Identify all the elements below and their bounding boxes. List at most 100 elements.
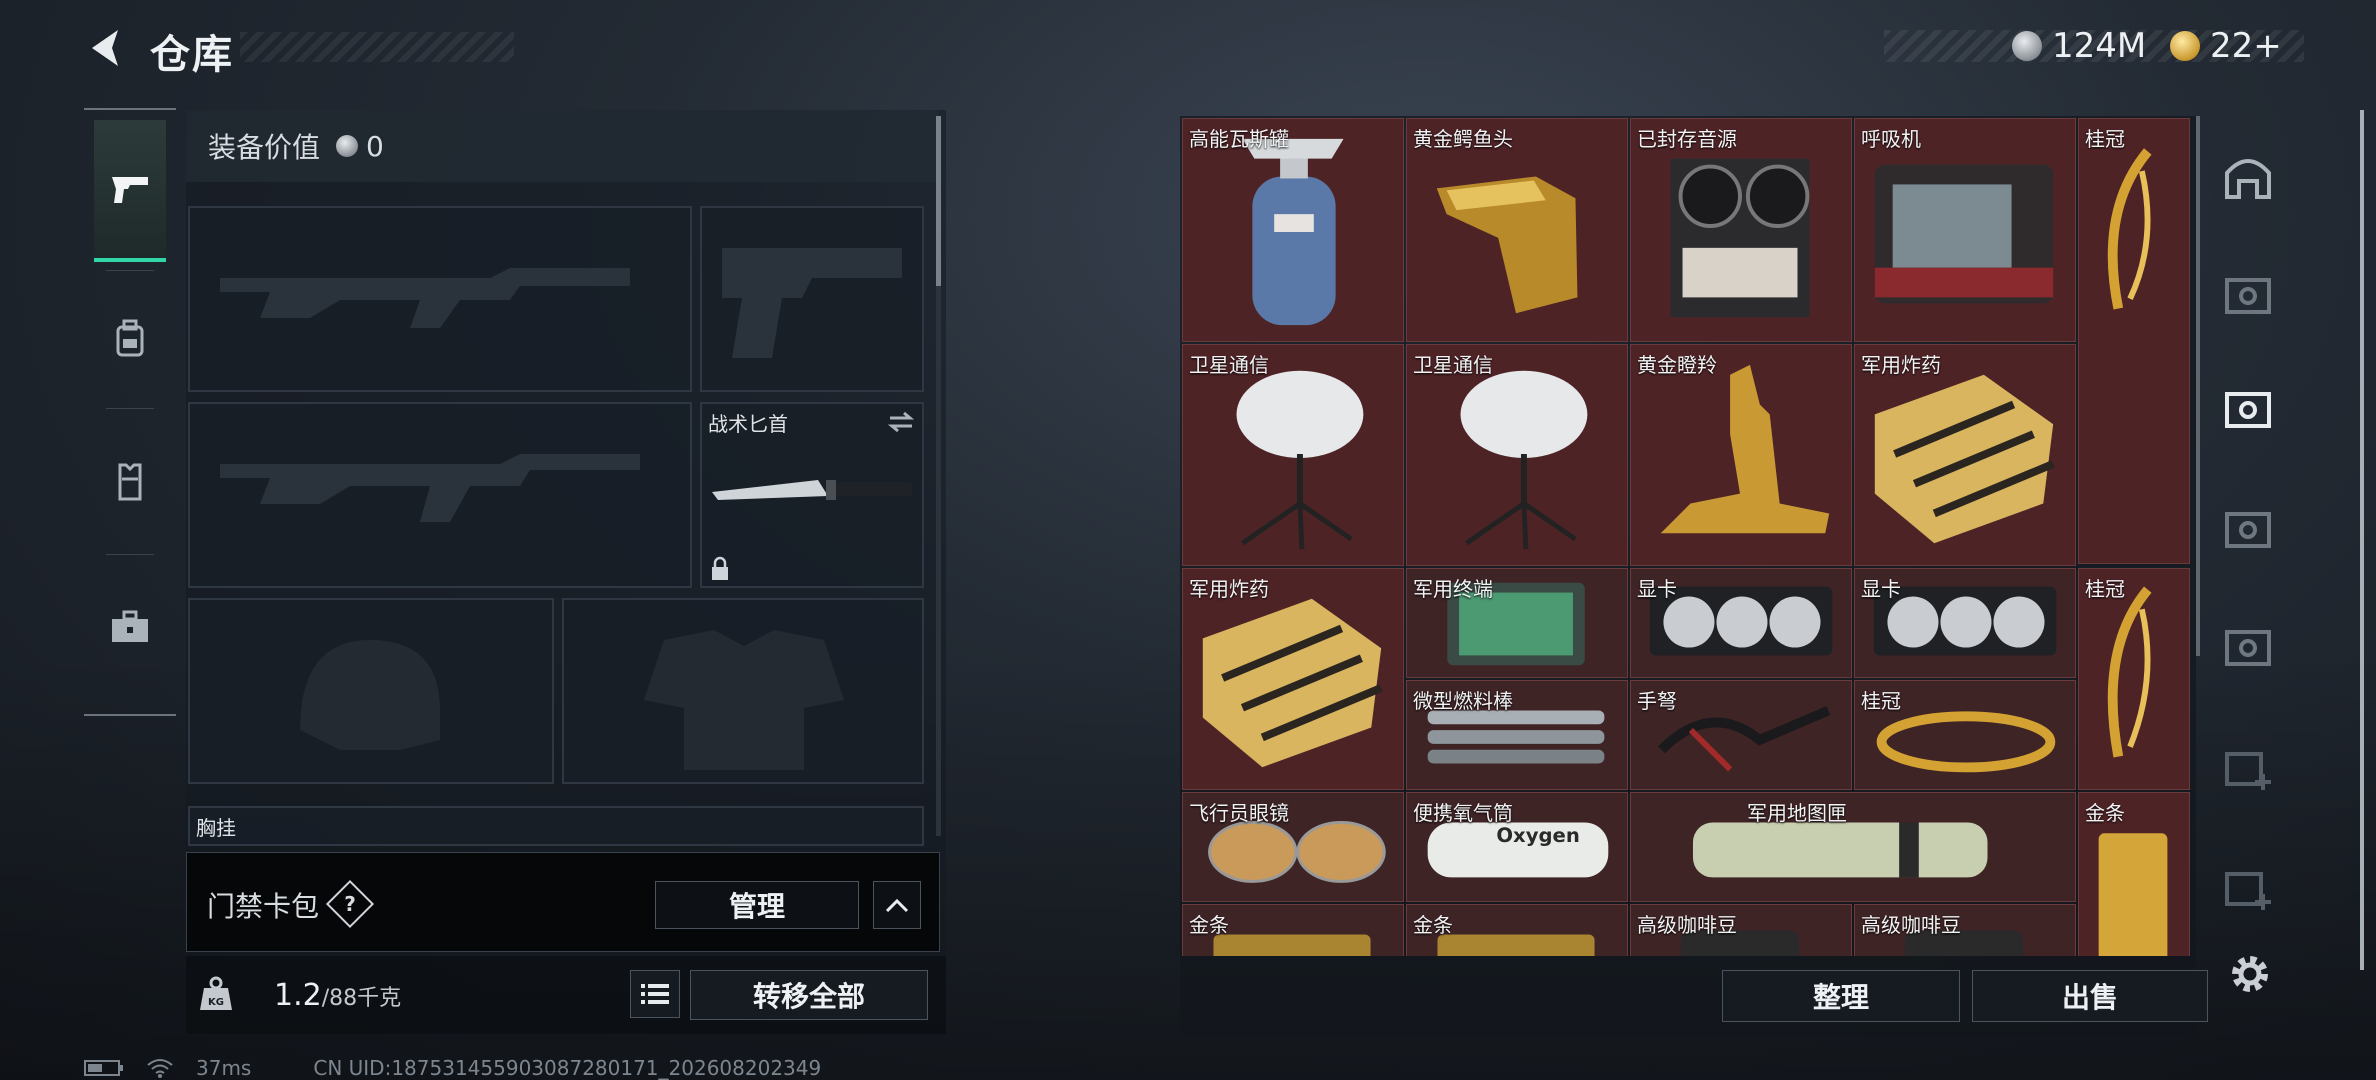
stash-box-icon	[2225, 630, 2271, 666]
stash-item[interactable]: 军用终端	[1406, 568, 1628, 678]
stash-panel: 高能瓦斯罐 黄金鳄鱼头 已封存音源 呼吸机 桂冠 卫星通信 卫星通信 黄金瞪羚 …	[1180, 116, 2208, 1036]
item-name: 军用地图匣	[1747, 801, 1847, 825]
pistol-silhouette-icon	[722, 248, 902, 358]
rail-tab-stash-2[interactable]	[2218, 380, 2278, 440]
rail-tab-stash-3[interactable]	[2218, 500, 2278, 560]
stash-item[interactable]: 桂冠	[2078, 118, 2190, 564]
collapse-button[interactable]	[873, 881, 921, 929]
knife-slot[interactable]: 战术匕首	[700, 402, 924, 588]
item-name: 呼吸机	[1861, 127, 1921, 151]
stash-item[interactable]: 军用炸药	[1182, 568, 1404, 790]
back-arrow-icon	[92, 30, 118, 66]
stash-item[interactable]: 黄金鳄鱼头	[1406, 118, 1628, 342]
stash-item[interactable]: 军用炸药	[1854, 344, 2076, 566]
status-bar: 37ms CN UID:187531455903087280171_202608…	[84, 1056, 821, 1080]
currency-silver[interactable]: 124M	[2012, 26, 2146, 66]
page-title: 仓库	[150, 32, 234, 78]
help-icon[interactable]: ?	[325, 879, 375, 929]
explosives-crate-icon	[1874, 374, 2055, 544]
helmet-slot[interactable]	[188, 598, 554, 784]
stash-item[interactable]: 卫星通信	[1182, 344, 1404, 566]
currency-gold[interactable]: 22+	[2170, 26, 2282, 66]
rifle-silhouette-icon	[220, 454, 640, 522]
item-name: 桂冠	[2085, 127, 2125, 151]
stash-item[interactable]: 高级咖啡豆	[1630, 904, 1852, 956]
currency-gold-value: 22+	[2210, 26, 2282, 66]
stash-item[interactable]: 高能瓦斯罐	[1182, 118, 1404, 342]
primary-weapon-slot[interactable]	[188, 206, 692, 392]
stash-item[interactable]: 高级咖啡豆	[1854, 904, 2076, 956]
svg-text:KG: KG	[208, 997, 224, 1008]
nav-tab-vest[interactable]	[94, 412, 166, 550]
ventilator-icon	[1874, 164, 2054, 304]
stash-item[interactable]: 飞行员眼镜	[1182, 792, 1404, 902]
weight-icon: KG	[200, 976, 232, 1010]
nav-tab-case[interactable]	[94, 558, 166, 696]
stash-item[interactable]: 手弩	[1630, 680, 1852, 790]
stash-item[interactable]: 金条	[1406, 904, 1628, 956]
equipment-scroll-thumb[interactable]	[936, 116, 941, 286]
item-name: 金条	[1189, 913, 1229, 937]
nav-tab-backpack[interactable]	[94, 270, 166, 408]
stash-box-icon	[2225, 392, 2271, 428]
manage-button[interactable]: 管理	[655, 881, 859, 929]
tactical-knife-icon	[712, 480, 912, 500]
currency-silver-value: 124M	[2052, 26, 2147, 66]
stash-item[interactable]: 桂冠	[2078, 568, 2190, 790]
sidearm-slot[interactable]	[700, 206, 924, 392]
rail-tab-stash-6[interactable]	[2218, 860, 2278, 920]
rail-tab-stash-1[interactable]	[2218, 266, 2278, 326]
gold-coin-icon	[2170, 31, 2200, 61]
gas-canister-icon	[1242, 138, 1344, 326]
sell-button[interactable]: 出售	[1972, 970, 2208, 1022]
swap-icon[interactable]	[886, 410, 916, 434]
item-name: 军用炸药	[1189, 577, 1269, 601]
equipment-value: 0	[366, 129, 384, 163]
item-name: 显卡	[1637, 577, 1677, 601]
item-name: 军用炸药	[1861, 353, 1941, 377]
stash-scrollbar[interactable]	[2196, 116, 2200, 656]
stash-item[interactable]: 桂冠	[1854, 680, 2076, 790]
stash-item[interactable]: 金条	[2078, 792, 2190, 956]
sort-button[interactable]: 整理	[1722, 970, 1960, 1022]
case-icon	[112, 610, 148, 642]
stash-item[interactable]: 已封存音源	[1630, 118, 1852, 342]
stash-item[interactable]: 黄金瞪羚	[1630, 344, 1852, 566]
left-nav	[84, 108, 176, 716]
item-name: 高级咖啡豆	[1861, 913, 1961, 937]
uid-text: CN UID:187531455903087280171_20260820234…	[313, 1056, 822, 1080]
rail-tab-stash-5[interactable]	[2218, 740, 2278, 800]
weight-current: 1.2	[274, 978, 322, 1013]
stash-item[interactable]: 微型燃料棒	[1406, 680, 1628, 790]
satellite-dish-icon	[1236, 370, 1364, 550]
rail-tab-stash-4[interactable]	[2218, 618, 2278, 678]
back-button[interactable]	[84, 26, 128, 70]
stash-item[interactable]: 显卡	[1854, 568, 2076, 678]
stash-item[interactable]: Oxygen 便携氧气筒	[1406, 792, 1628, 902]
nav-tab-weapons[interactable]	[94, 120, 166, 262]
chest-rig-slot[interactable]: 胸挂	[188, 806, 924, 846]
stash-item[interactable]: 金条	[1182, 904, 1404, 956]
shelter-icon	[2225, 159, 2271, 199]
explosives-crate-icon	[1202, 598, 1383, 768]
rail-tab-shelter[interactable]	[2218, 146, 2278, 206]
title-stripe	[240, 32, 514, 62]
secondary-weapon-slot[interactable]	[188, 402, 692, 588]
transfer-all-button[interactable]: 转移全部	[690, 970, 928, 1020]
reel-recorder-icon	[1670, 158, 1810, 318]
list-icon	[641, 984, 669, 1004]
pistol-icon	[112, 177, 148, 203]
stash-box-icon	[2225, 512, 2271, 548]
chest-rig-label: 胸挂	[196, 816, 236, 840]
stash-item[interactable]: 呼吸机	[1854, 118, 2076, 342]
stash-item[interactable]: 卫星通信	[1406, 344, 1628, 566]
item-name: 便携氧气筒	[1413, 801, 1513, 825]
armor-slot[interactable]	[562, 598, 924, 784]
item-name: 卫星通信	[1413, 353, 1493, 377]
stash-item[interactable]: 军用地图匣	[1630, 792, 2076, 902]
gear-icon[interactable]	[2226, 950, 2274, 998]
stash-item[interactable]: 显卡	[1630, 568, 1852, 678]
list-view-button[interactable]	[630, 970, 680, 1018]
item-name: 微型燃料棒	[1413, 689, 1513, 713]
item-name: 军用终端	[1413, 577, 1493, 601]
